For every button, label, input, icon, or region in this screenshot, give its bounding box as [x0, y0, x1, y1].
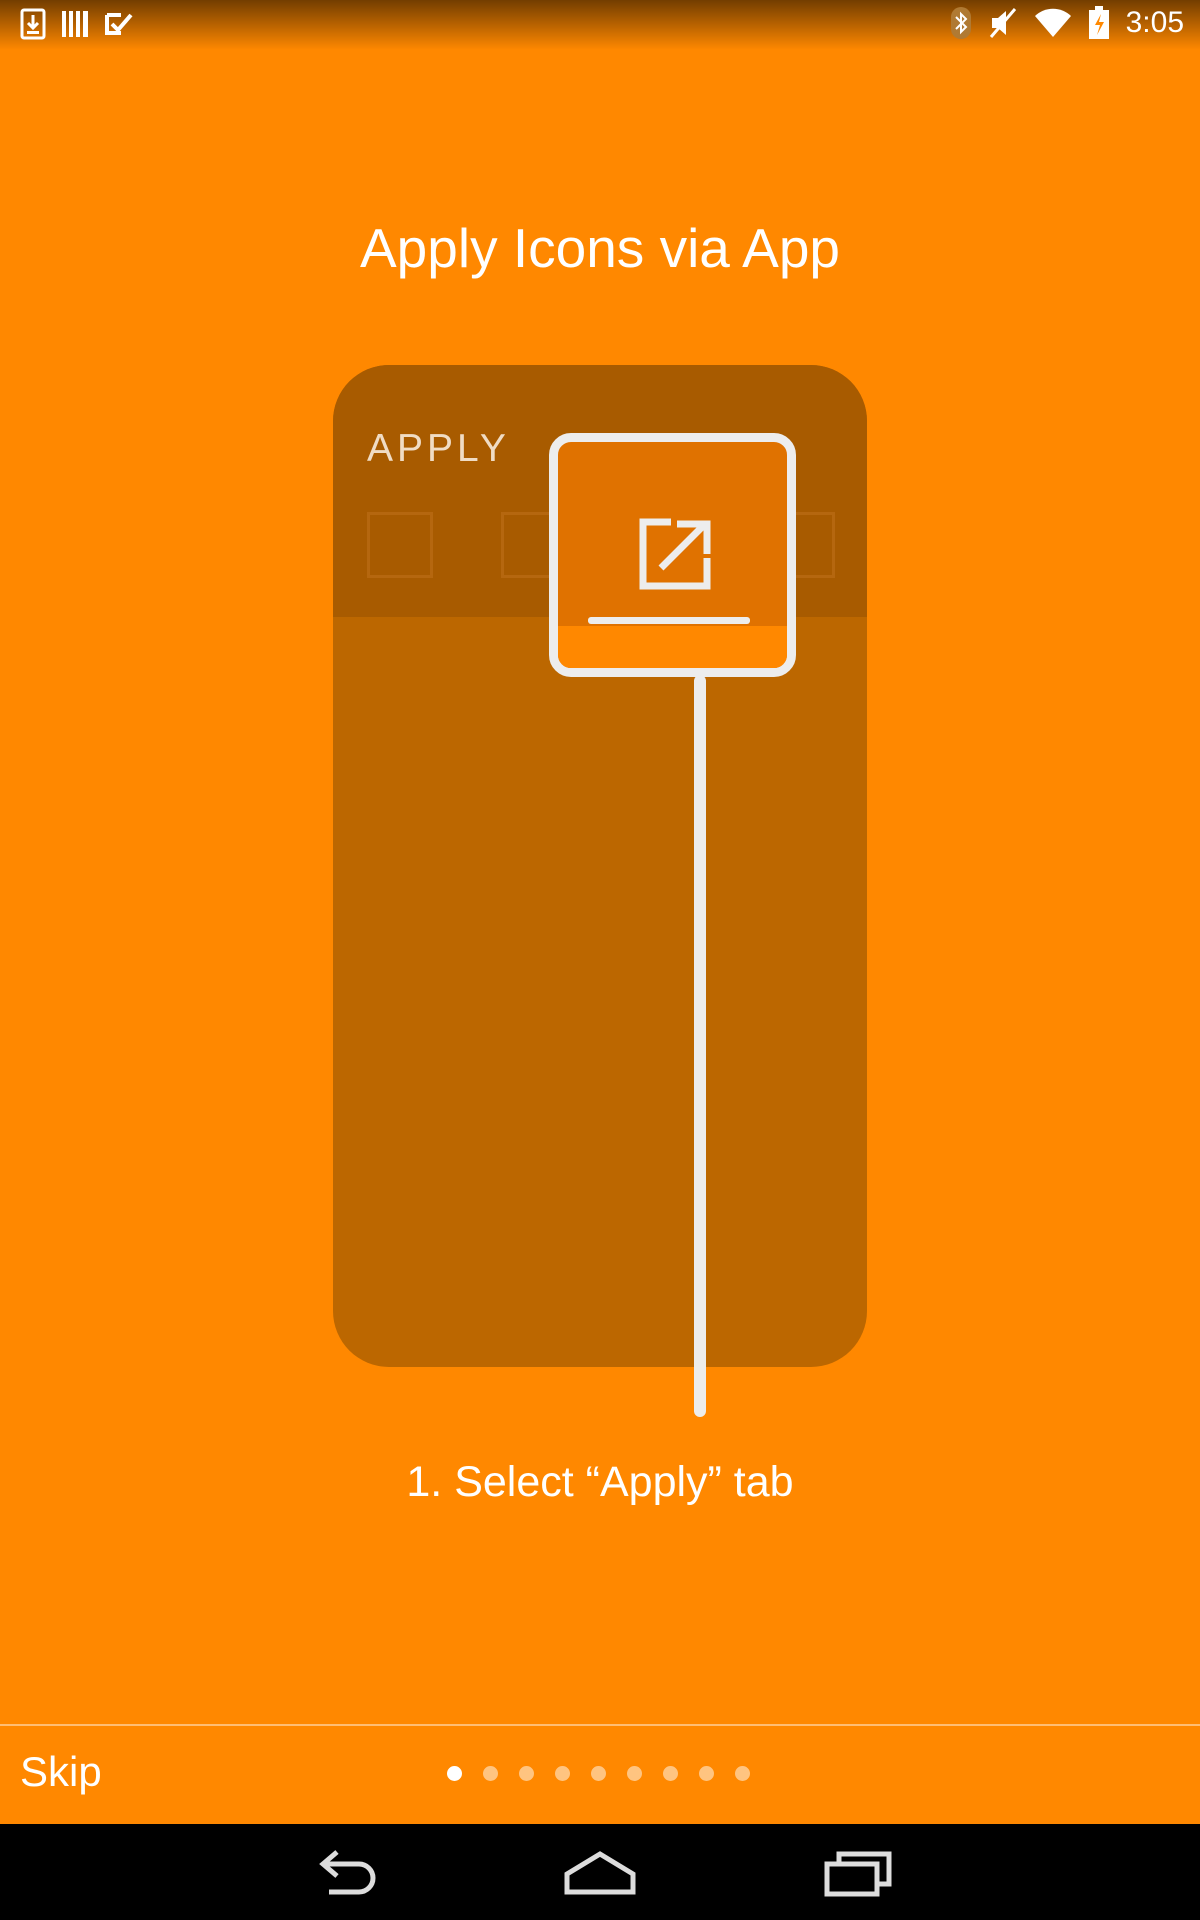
page-dot[interactable]: [699, 1766, 714, 1781]
status-time: 3:05: [1125, 6, 1184, 39]
back-icon[interactable]: [309, 1842, 379, 1907]
illustration-tab-placeholder: [367, 512, 433, 578]
highlighted-apply-tab: [549, 433, 796, 677]
page-dot[interactable]: [555, 1766, 570, 1781]
battery-charging-icon: [1088, 6, 1110, 40]
home-icon[interactable]: [563, 1842, 637, 1907]
tab-indicator: [588, 617, 750, 624]
highlight-lower-area: [558, 626, 787, 668]
page-dot-active[interactable]: [447, 1766, 462, 1781]
page-dot[interactable]: [663, 1766, 678, 1781]
footer-divider: [0, 1724, 1200, 1726]
wifi-icon: [1034, 8, 1072, 38]
task-check-icon: [104, 9, 134, 39]
download-icon: [20, 8, 46, 40]
mute-icon: [988, 7, 1018, 39]
bluetooth-icon: [950, 6, 972, 40]
page-dot[interactable]: [519, 1766, 534, 1781]
page-indicator: [447, 1766, 750, 1781]
page-dot[interactable]: [627, 1766, 642, 1781]
page-dot[interactable]: [591, 1766, 606, 1781]
skip-button[interactable]: Skip: [20, 1748, 102, 1796]
status-bar: 3:05: [0, 0, 1200, 50]
illustration-apply-label: APPLY: [367, 427, 510, 470]
pointer-line: [694, 675, 706, 1417]
open-external-icon: [637, 516, 713, 597]
barcode-icon: [60, 9, 90, 39]
page-dot[interactable]: [735, 1766, 750, 1781]
navigation-bar: [0, 1824, 1200, 1920]
recents-icon[interactable]: [823, 1842, 893, 1907]
page-title: Apply Icons via App: [359, 217, 840, 279]
page-dot[interactable]: [483, 1766, 498, 1781]
step-caption: 1. Select “Apply” tab: [406, 1458, 794, 1506]
